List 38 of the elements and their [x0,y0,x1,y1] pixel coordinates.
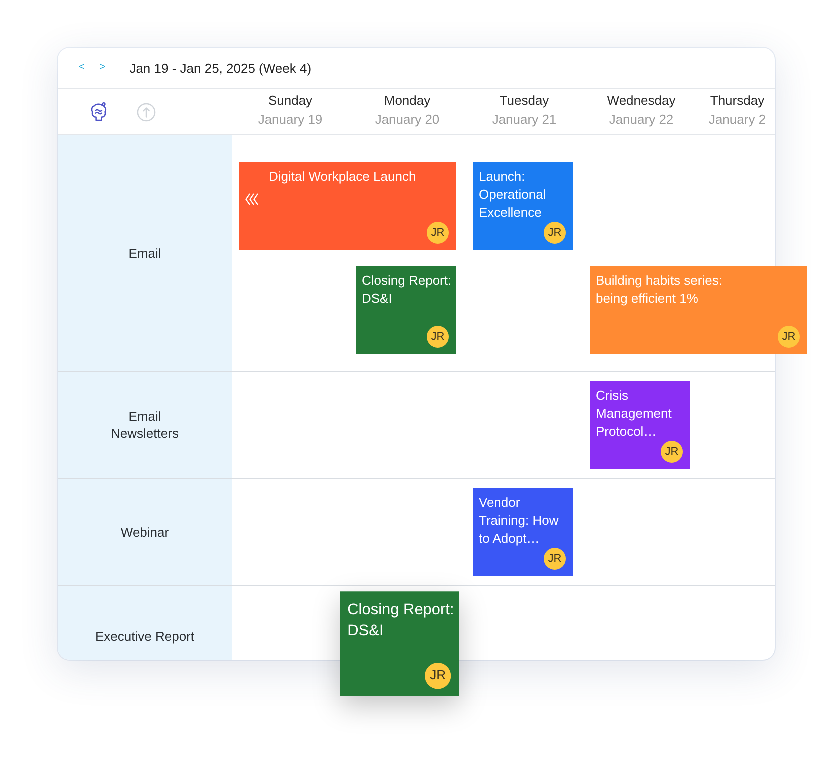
row-label: Webinar [120,524,170,540]
event-card[interactable]: Digital Workplace Launch JR [239,162,456,250]
event-title: Digital Workplace Launch [269,168,418,186]
assignee-avatar: JR [778,326,800,348]
day-date: January 21 [492,111,557,129]
assignee-avatar: JR [427,222,449,244]
day-name: Sunday [268,92,313,110]
row-label: Email Newsletters [110,408,180,442]
day-name: Thursday [710,92,765,110]
event-title: Vendor Training: How to Adopt… [479,494,560,548]
event-title: Closing Report: DS&I [362,272,453,308]
assignee-avatar: JR [427,326,449,348]
day-name: Wednesday [607,92,676,110]
chevrons-left-icon [245,193,259,206]
assignee-avatar: JR [425,663,452,690]
event-card[interactable]: Launch: Operational Excellence JR [473,162,573,250]
event-title: Crisis Management Protocol… [596,387,673,441]
assignee-avatar: JR [661,441,683,463]
event-title: Launch: Operational Excellence [479,168,548,222]
row-label: Email [128,244,162,262]
week-range-label: Jan 19 - Jan 25, 2025 (Week 4) [130,60,312,76]
event-card[interactable]: Closing Report: DS&I JR [356,266,456,354]
day-date: January 2 [708,111,766,129]
event-card[interactable]: Crisis Management Protocol… JR [590,381,690,469]
event-card[interactable]: Closing Report: DS&I JR [340,592,460,696]
day-date: January 20 [375,111,440,129]
day-date: January 19 [258,111,323,129]
event-title: Closing Report: DS&I [348,598,456,642]
row-label: Executive Report [96,628,194,645]
day-name: Monday [384,92,431,110]
event-card[interactable]: Vendor Training: How to Adopt… JR [473,488,573,576]
day-date: January 22 [609,111,674,129]
assignee-avatar: JR [544,548,566,570]
event-title: Building habits series: being efficient 1% [596,272,724,308]
event-card[interactable]: Building habits series: being efficient 1% JR [590,266,807,354]
day-name: Tuesday [500,92,550,110]
brain-icon[interactable] [90,102,108,122]
assignee-avatar: JR [544,222,566,244]
